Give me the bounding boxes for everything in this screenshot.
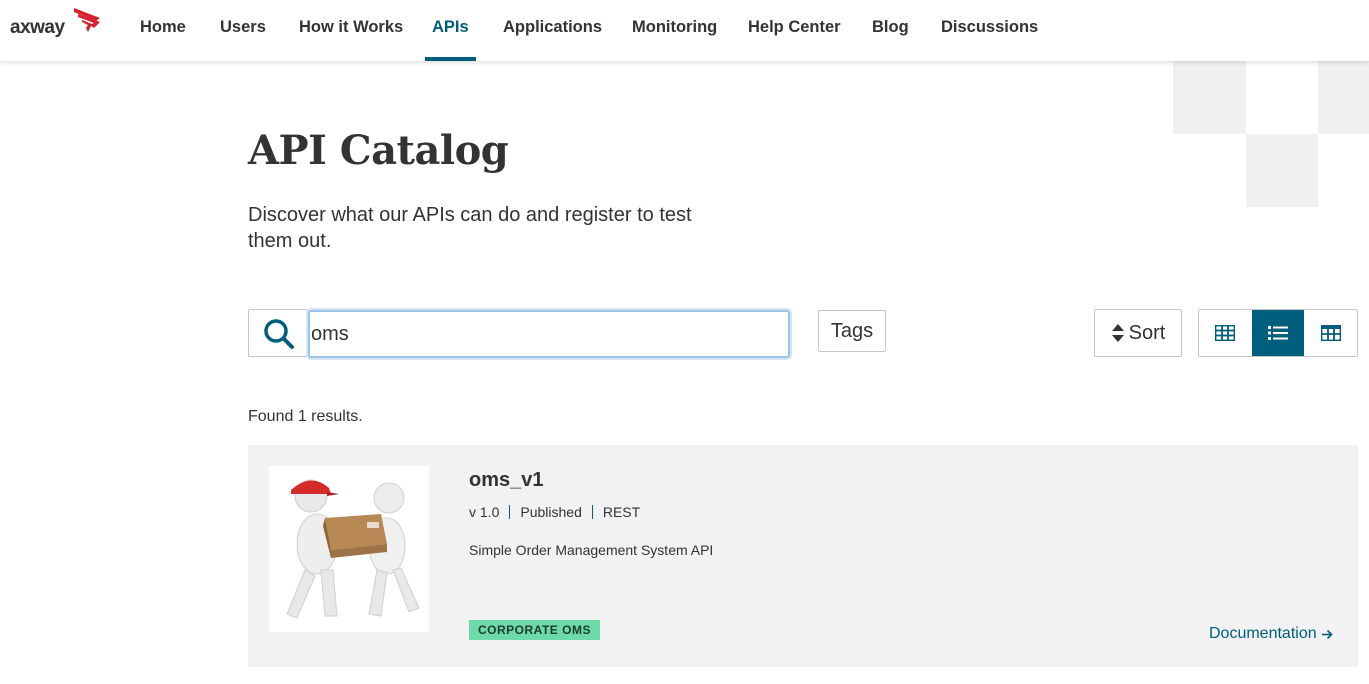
logo-mark-icon	[74, 8, 100, 32]
page-title: API Catalog	[248, 127, 509, 174]
search-icon[interactable]	[263, 318, 295, 350]
api-description: Simple Order Management System API	[469, 542, 714, 558]
sort-button[interactable]: Sort	[1094, 309, 1182, 357]
api-thumbnail	[269, 466, 429, 632]
nav-discussions[interactable]: Discussions	[941, 18, 1038, 37]
view-mode-toggle	[1198, 309, 1358, 357]
nav-monitoring[interactable]: Monitoring	[632, 18, 717, 37]
active-nav-indicator	[425, 57, 476, 61]
sort-label: Sort	[1128, 321, 1166, 344]
arrow-right-icon	[1321, 629, 1333, 639]
nav-help-center[interactable]: Help Center	[748, 18, 841, 37]
api-version: v 1.0	[469, 504, 500, 520]
table-icon	[1320, 325, 1341, 341]
search-input[interactable]	[308, 310, 790, 358]
sort-icon	[1111, 324, 1124, 342]
nav-applications[interactable]: Applications	[503, 18, 602, 37]
tags-button[interactable]: Tags	[818, 310, 886, 352]
nav-users[interactable]: Users	[220, 18, 266, 37]
top-navigation: axway Home Users How it Works APIs Appli…	[0, 0, 1369, 61]
grid-icon	[1215, 325, 1236, 341]
nav-home[interactable]: Home	[140, 18, 186, 37]
nav-blog[interactable]: Blog	[872, 18, 909, 37]
list-icon	[1268, 326, 1288, 340]
delivery-figures-image	[286, 479, 420, 619]
page-subtitle: Discover what our APIs can do and regist…	[248, 204, 692, 252]
api-card[interactable]: oms_v1 v 1.0 Published REST Simple Order…	[248, 445, 1358, 667]
documentation-link-label: Documentation	[1209, 625, 1317, 642]
api-type: REST	[602, 504, 641, 520]
list-view-button[interactable]	[1251, 310, 1305, 356]
documentation-link[interactable]: Documentation	[1209, 625, 1333, 643]
api-name[interactable]: oms_v1	[469, 469, 544, 492]
nav-how-it-works[interactable]: How it Works	[299, 18, 403, 37]
api-status: Published	[520, 504, 582, 520]
axway-logo[interactable]: axway	[10, 6, 106, 40]
api-meta: v 1.0 Published REST	[469, 504, 640, 520]
logo-text: axway	[10, 17, 65, 38]
nav-apis[interactable]: APIs	[432, 18, 469, 37]
decorative-square	[1318, 61, 1369, 134]
search-box	[248, 309, 790, 358]
grid-view-button[interactable]	[1199, 310, 1252, 356]
meta-divider	[591, 505, 593, 519]
meta-divider	[509, 505, 511, 519]
api-tag-badge[interactable]: CORPORATE OMS	[469, 620, 600, 640]
table-view-button[interactable]	[1304, 310, 1357, 356]
results-count: Found 1 results.	[248, 408, 363, 425]
decorative-square	[1246, 134, 1318, 207]
decorative-square	[1173, 61, 1246, 134]
